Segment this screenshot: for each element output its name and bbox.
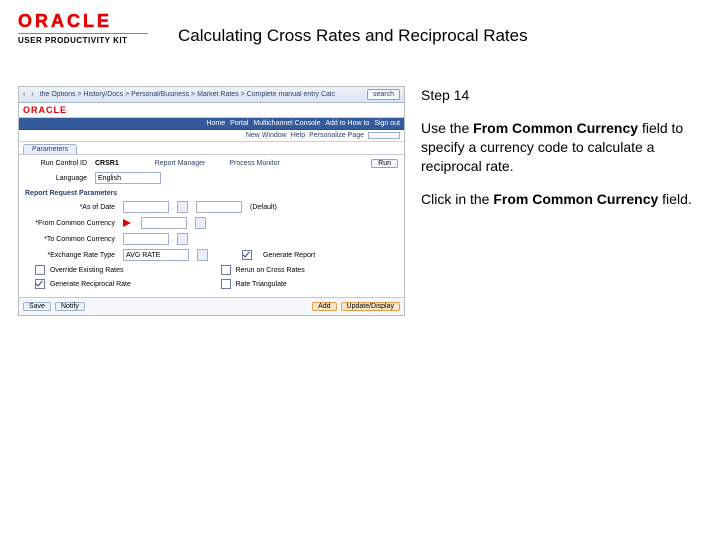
generate-report-label: Generate Report bbox=[263, 252, 315, 259]
gen-reciprocal-checkbox[interactable] bbox=[35, 279, 45, 289]
personalize-link[interactable]: Personalize Page bbox=[309, 132, 364, 139]
browser-toolbar: ‹ › the Options > History/Docs > Persona… bbox=[19, 87, 404, 103]
exchange-rate-lookup-icon[interactable] bbox=[197, 249, 208, 261]
logo-divider bbox=[18, 33, 148, 34]
language-label: Language bbox=[25, 175, 87, 182]
language-field[interactable]: English bbox=[95, 172, 161, 184]
run-button[interactable]: Run bbox=[371, 159, 398, 168]
nav-portal[interactable]: Portal bbox=[230, 120, 248, 127]
user-toolbar: New Window Help Personalize Page bbox=[19, 130, 404, 142]
nav-addhowto[interactable]: Add to How to bbox=[325, 120, 369, 127]
search-button[interactable]: search bbox=[367, 89, 400, 100]
instruction-para-1: Use the From Common Currency field to sp… bbox=[421, 119, 702, 176]
to-currency-lookup-icon[interactable] bbox=[177, 233, 188, 245]
exchange-rate-field[interactable]: AVG RATE bbox=[123, 249, 189, 261]
tab-parameters[interactable]: Parameters bbox=[23, 144, 77, 154]
forward-icon[interactable]: › bbox=[31, 91, 33, 98]
rate-type-value: (Default) bbox=[250, 204, 277, 211]
to-currency-label: *To Common Currency bbox=[25, 236, 115, 243]
embedded-screenshot: ‹ › the Options > History/Docs > Persona… bbox=[18, 86, 405, 316]
oracle-logo: ORACLE USER PRODUCTIVITY KIT bbox=[18, 12, 148, 45]
rate-triangulate-label: Rate Triangulate bbox=[235, 281, 286, 288]
oracle-wordmark: ORACLE bbox=[18, 12, 148, 30]
generate-report-checkbox[interactable] bbox=[242, 250, 252, 260]
nav-console[interactable]: Multichannel Console bbox=[253, 120, 320, 127]
gen-reciprocal-label: Generate Reciprocal Rate bbox=[50, 281, 131, 288]
rate-triangulate-checkbox[interactable] bbox=[221, 279, 231, 289]
save-button[interactable]: Save bbox=[23, 302, 51, 311]
back-icon[interactable]: ‹ bbox=[23, 91, 25, 98]
rate-type-code[interactable] bbox=[196, 201, 242, 213]
add-button[interactable]: Add bbox=[312, 302, 336, 311]
page-title: Calculating Cross Rates and Reciprocal R… bbox=[178, 12, 702, 46]
app-header: ORACLE bbox=[19, 103, 404, 118]
process-monitor-link[interactable]: Process Monitor bbox=[229, 160, 280, 167]
from-currency-lookup-icon[interactable] bbox=[195, 217, 206, 229]
new-window-link[interactable]: New Window bbox=[246, 132, 287, 139]
step-number: Step 14 bbox=[421, 86, 702, 105]
nav-signout[interactable]: Sign out bbox=[374, 120, 400, 127]
as-of-date-label: *As of Date bbox=[25, 204, 115, 211]
from-currency-label: *From Common Currency bbox=[25, 220, 115, 227]
run-control-label: Run Control ID bbox=[25, 160, 87, 167]
instruction-panel: Step 14 Use the From Common Currency fie… bbox=[421, 86, 702, 316]
rerun-cross-label: Rerun on Cross Rates bbox=[235, 267, 304, 274]
to-currency-field[interactable] bbox=[123, 233, 169, 245]
run-control-value: CRSR1 bbox=[95, 160, 119, 167]
search-box[interactable] bbox=[368, 132, 400, 139]
notify-button[interactable]: Notify bbox=[55, 302, 85, 311]
form-footer: Save Notify Add Update/Display bbox=[19, 297, 404, 315]
section-title: Report Request Parameters bbox=[25, 190, 398, 197]
instruction-para-2: Click in the From Common Currency field. bbox=[421, 190, 702, 209]
exchange-rate-label: *Exchange Rate Type bbox=[25, 252, 115, 259]
parameters-form: Run Control ID CRSR1 Report Manager Proc… bbox=[19, 155, 404, 297]
update-display-button[interactable]: Update/Display bbox=[341, 302, 400, 311]
primary-nav: Home Portal Multichannel Console Add to … bbox=[19, 118, 404, 130]
from-currency-field[interactable] bbox=[141, 217, 187, 229]
oracle-subtitle: USER PRODUCTIVITY KIT bbox=[18, 36, 148, 45]
help-link[interactable]: Help bbox=[291, 132, 305, 139]
oracle-mini-logo: ORACLE bbox=[23, 105, 67, 115]
breadcrumb: the Options > History/Docs > Personal/Bu… bbox=[40, 91, 335, 98]
calendar-icon[interactable] bbox=[177, 201, 188, 213]
report-manager-link[interactable]: Report Manager bbox=[155, 160, 206, 167]
nav-home[interactable]: Home bbox=[206, 120, 225, 127]
as-of-date-field[interactable] bbox=[123, 201, 169, 213]
override-rates-checkbox[interactable] bbox=[35, 265, 45, 275]
highlight-arrow-icon bbox=[123, 219, 131, 227]
rerun-cross-checkbox[interactable] bbox=[221, 265, 231, 275]
override-rates-label: Override Existing Rates bbox=[50, 267, 124, 274]
tab-strip: Parameters bbox=[19, 142, 404, 155]
